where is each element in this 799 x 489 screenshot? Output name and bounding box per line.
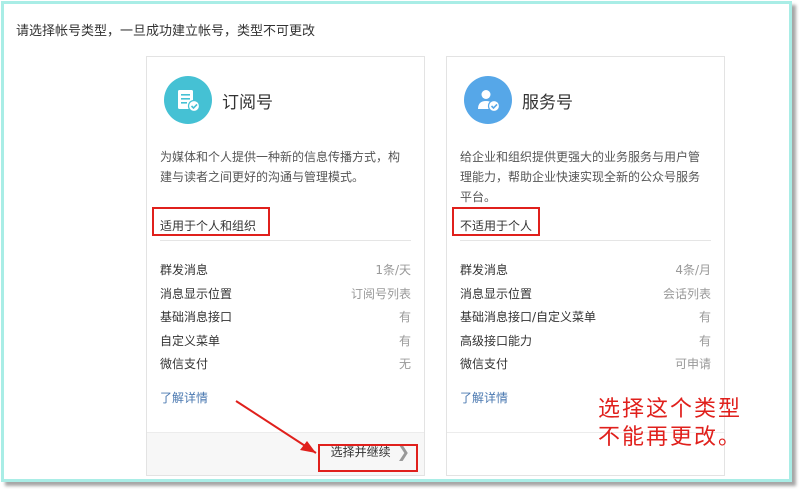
annotation-text: 选择这个类型 不能再更改。: [598, 396, 742, 452]
annotation-line: 选择这个类型: [598, 397, 743, 422]
annotation-line: 不能再更改。: [598, 425, 743, 450]
